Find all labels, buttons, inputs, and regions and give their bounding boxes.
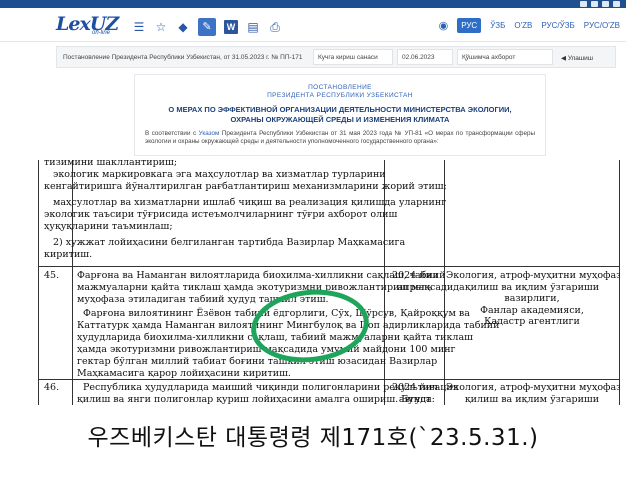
lang-option[interactable]: РУС (457, 18, 482, 33)
responsible-cell: Экология, атроф-муҳитни муҳофаза қилиш в… (446, 270, 620, 327)
korean-caption: 우즈베키스탄 대통령령 제171호(`23.5.31.) (87, 425, 539, 451)
table-border (619, 160, 620, 405)
row-number: 46. (44, 382, 60, 393)
table-row-divider (38, 266, 620, 267)
effective-date-label: Кучга кириш санаси (313, 49, 393, 65)
top-strip (0, 0, 626, 8)
menu-icon[interactable]: ☰ (132, 20, 146, 34)
text-line: Маҳкамасига қарор лойиҳасини киритиш. (77, 368, 291, 379)
eye-icon[interactable]: ◉ (439, 19, 449, 32)
text-line: 2) хужжат лойиҳасини белгиланган тартибд… (53, 237, 406, 248)
star-icon[interactable]: ☆ (154, 20, 168, 34)
text-line: киритиш. (44, 249, 93, 260)
text-line: маҳсулотлар ва хизматларни ишлаб чиқиш в… (53, 197, 447, 208)
table-border (38, 160, 39, 405)
decree-link[interactable]: Указом (199, 130, 220, 137)
responsible-cell: Экология, атроф-муҳитни муҳофаза қилиш в… (446, 382, 620, 405)
document-bar: Постановление Президента Республики Узбе… (56, 46, 616, 68)
document-heading: О МЕРАХ ПО ЭФФЕКТИВНОЙ ОРГАНИЗАЦИИ ДЕЯТЕ… (168, 105, 512, 124)
additional-info-field[interactable]: Қўшимча ахборот (457, 49, 553, 65)
document-icon[interactable]: ▤ (246, 20, 260, 34)
text-line: экологик таъсири тўғрисида истеъмолчилар… (44, 209, 398, 220)
share-button[interactable]: ◀ Улашиш (561, 54, 593, 62)
row-number: 45. (44, 270, 60, 281)
lang-option[interactable]: РУС/ЎЗБ (541, 21, 574, 30)
social-links (580, 1, 620, 7)
share-label: Улашиш (567, 55, 593, 62)
site-header: LexUZ on-line ☰ ☆ ◆ ✎ W ▤ ⎙ ◉ РУС ЎЗБ O'… (0, 8, 626, 42)
lang-option[interactable]: O'ZB (514, 21, 532, 30)
deadline-cell: 2024 йил апрель (392, 270, 438, 293)
logo-subtext: on-line (92, 30, 111, 36)
text-line: гектар бўлган миллий табиат боғини ташки… (77, 356, 438, 367)
social-icon[interactable] (613, 1, 620, 7)
social-icon[interactable] (602, 1, 609, 7)
share-icon: ◀ (561, 55, 568, 62)
word-icon[interactable]: W (224, 20, 238, 34)
table-row-divider (38, 379, 620, 380)
print-icon[interactable]: ⎙ (268, 20, 282, 34)
edit-icon[interactable]: ✎ (198, 18, 216, 36)
lexuz-logo[interactable]: LexUZ on-line (56, 13, 126, 37)
preamble-a: В соответствии с (145, 130, 199, 137)
scanned-table: тизимини шакллантириш; экологик маркиров… (30, 160, 620, 405)
text-line: қилиш ва янги полигонлар қуриш лойиҳасин… (77, 394, 435, 405)
social-icon[interactable] (591, 1, 598, 7)
text-line: тизимини шакллантириш; (44, 160, 178, 168)
lang-option[interactable]: РУС/O'ZB (584, 21, 620, 30)
lang-option[interactable]: ЎЗБ (490, 21, 505, 30)
document-title: Постановление Президента Республики Узбе… (63, 54, 303, 61)
deadline-cell: 2024 йил август (392, 382, 438, 405)
tag-icon[interactable]: ◆ (176, 20, 190, 34)
document-type: ПОСТАНОВЛЕНИЕ (308, 84, 372, 91)
preamble: В соответствии с Указом Президента Респу… (135, 130, 545, 146)
text-line: кенгайтиришга йўналтирилган рағбатлантир… (44, 181, 447, 192)
language-switcher: ◉ РУС ЎЗБ O'ZB РУС/ЎЗБ РУС/O'ZB (439, 18, 620, 33)
issuer: ПРЕЗИДЕНТА РЕСПУБЛИКИ УЗБЕКИСТАН (267, 92, 413, 99)
toolbar: ☰ ☆ ◆ ✎ W ▤ ⎙ (132, 18, 282, 36)
text-line: ҳуқуқларини таъминлаш; (44, 221, 173, 232)
document-title-box: ПОСТАНОВЛЕНИЕ ПРЕЗИДЕНТА РЕСПУБЛИКИ УЗБЕ… (134, 74, 546, 156)
text-line: экологик маркировкага эга маҳсулотлар ва… (53, 169, 386, 180)
effective-date-value[interactable]: 02.06.2023 (397, 49, 453, 65)
social-icon[interactable] (580, 1, 587, 7)
